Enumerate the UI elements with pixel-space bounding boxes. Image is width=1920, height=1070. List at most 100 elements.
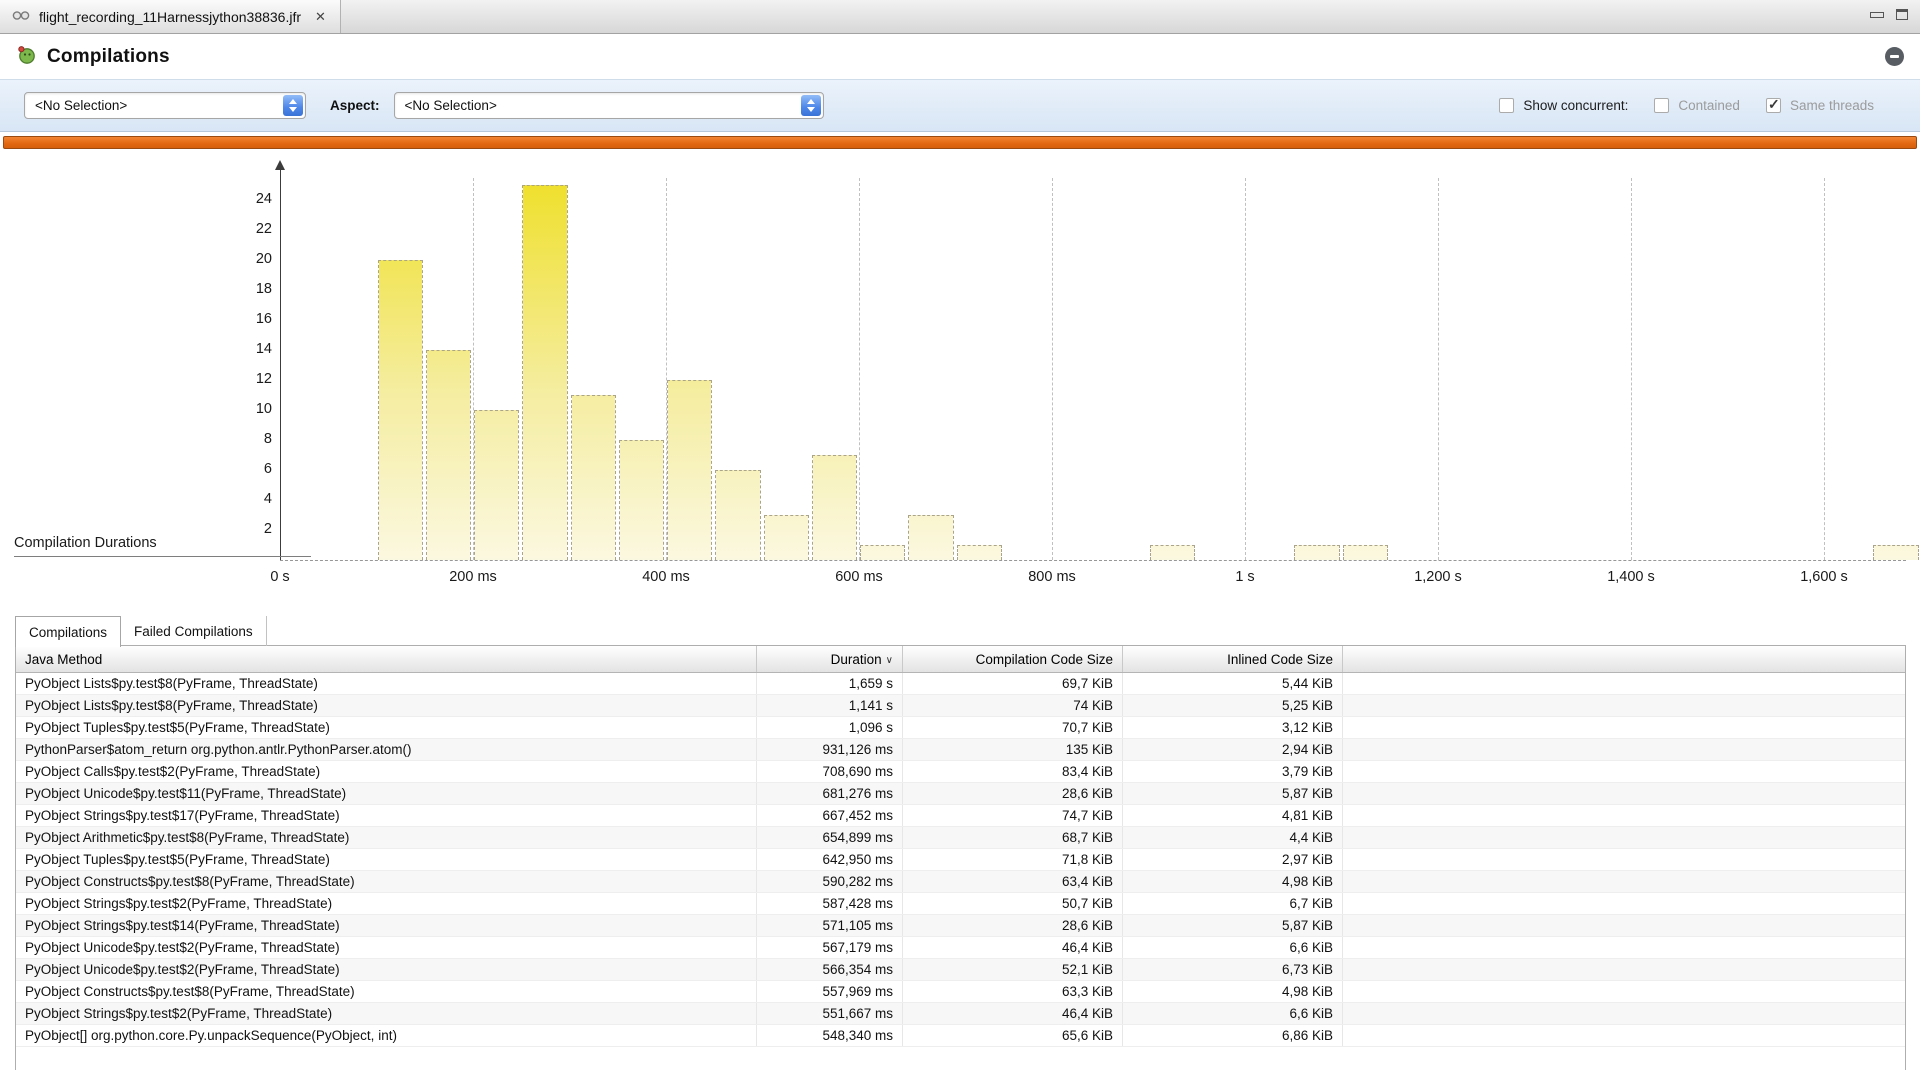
histogram-bar[interactable] bbox=[522, 185, 567, 560]
histogram-bar[interactable] bbox=[908, 515, 953, 560]
x-axis-tick-label: 400 ms bbox=[642, 569, 690, 585]
row-filler bbox=[1343, 849, 1905, 870]
range-selector-dropdown[interactable]: <No Selection> bbox=[24, 92, 306, 119]
table-row[interactable]: PyObject Strings$py.test$14(PyFrame, Thr… bbox=[16, 915, 1905, 937]
toolbar: <No Selection> Aspect: <No Selection> Sh… bbox=[0, 79, 1920, 132]
table-row[interactable]: PythonParser$atom_return org.python.antl… bbox=[16, 739, 1905, 761]
table-row[interactable]: PyObject Lists$py.test$8(PyFrame, Thread… bbox=[16, 673, 1905, 695]
table-row[interactable]: PyObject[] org.python.core.Py.unpackSequ… bbox=[16, 1025, 1905, 1047]
same-threads-checkbox[interactable] bbox=[1766, 98, 1781, 113]
aspect-dropdown[interactable]: <No Selection> bbox=[394, 92, 824, 119]
inlined-code-size-cell: 3,12 KiB bbox=[1123, 717, 1343, 738]
y-axis bbox=[280, 170, 281, 560]
show-concurrent-checkbox[interactable] bbox=[1499, 98, 1514, 113]
histogram-bar[interactable] bbox=[1343, 545, 1388, 560]
histogram-bar[interactable] bbox=[1294, 545, 1339, 560]
maximize-icon[interactable] bbox=[1896, 9, 1908, 20]
inlined-code-size-cell: 3,79 KiB bbox=[1123, 761, 1343, 782]
histogram-bar[interactable] bbox=[667, 380, 712, 560]
table-row[interactable]: PyObject Arithmetic$py.test$8(PyFrame, T… bbox=[16, 827, 1905, 849]
duration-cell: 548,340 ms bbox=[757, 1025, 903, 1046]
duration-cell: 654,899 ms bbox=[757, 827, 903, 848]
compilation-code-size-cell: 63,3 KiB bbox=[903, 981, 1123, 1002]
java-method-cell: PyObject[] org.python.core.Py.unpackSequ… bbox=[16, 1025, 757, 1046]
jfr-file-icon bbox=[12, 9, 31, 25]
row-filler bbox=[1343, 981, 1905, 1002]
x-axis-tick-label: 0 s bbox=[270, 569, 289, 585]
time-range-selector-bar[interactable] bbox=[3, 136, 1917, 149]
table-row[interactable]: PyObject Tuples$py.test$5(PyFrame, Threa… bbox=[16, 849, 1905, 871]
compilation-code-size-cell: 63,4 KiB bbox=[903, 871, 1123, 892]
table-row[interactable]: PyObject Strings$py.test$2(PyFrame, Thre… bbox=[16, 893, 1905, 915]
compilation-code-size-cell: 28,6 KiB bbox=[903, 783, 1123, 804]
table-row[interactable]: PyObject Unicode$py.test$2(PyFrame, Thre… bbox=[16, 959, 1905, 981]
histogram-bar[interactable] bbox=[860, 545, 905, 560]
duration-cell: 567,179 ms bbox=[757, 937, 903, 958]
y-axis-tick-label: 14 bbox=[236, 341, 272, 357]
table-row[interactable]: PyObject Constructs$py.test$8(PyFrame, T… bbox=[16, 981, 1905, 1003]
java-method-cell: PyObject Unicode$py.test$11(PyFrame, Thr… bbox=[16, 783, 757, 804]
tab-failed-compilations[interactable]: Failed Compilations bbox=[121, 616, 267, 646]
histogram-bar[interactable] bbox=[474, 410, 519, 560]
column-header-compilation-code-size[interactable]: Compilation Code Size bbox=[903, 646, 1123, 672]
tab-compilations[interactable]: Compilations bbox=[15, 616, 121, 647]
histogram-bar[interactable] bbox=[426, 350, 471, 560]
column-header-filler bbox=[1343, 646, 1905, 672]
y-axis-arrow-icon bbox=[275, 160, 285, 170]
table-row[interactable]: PyObject Strings$py.test$2(PyFrame, Thre… bbox=[16, 1003, 1905, 1025]
row-filler bbox=[1343, 805, 1905, 826]
java-method-cell: PyObject Calls$py.test$2(PyFrame, Thread… bbox=[16, 761, 757, 782]
histogram-bar[interactable] bbox=[571, 395, 616, 560]
table-row[interactable]: PyObject Constructs$py.test$8(PyFrame, T… bbox=[16, 871, 1905, 893]
page-title: Compilations bbox=[47, 46, 170, 68]
y-axis-tick-label: 22 bbox=[236, 221, 272, 237]
java-method-cell: PyObject Tuples$py.test$5(PyFrame, Threa… bbox=[16, 849, 757, 870]
row-filler bbox=[1343, 761, 1905, 782]
java-method-cell: PyObject Constructs$py.test$8(PyFrame, T… bbox=[16, 871, 757, 892]
histogram-bar[interactable] bbox=[764, 515, 809, 560]
java-method-cell: PyObject Constructs$py.test$8(PyFrame, T… bbox=[16, 981, 757, 1002]
x-axis-tick-label: 200 ms bbox=[449, 569, 497, 585]
jmc-window: flight_recording_11Harnessjython38836.jf… bbox=[0, 0, 1920, 1070]
y-axis-tick-label: 4 bbox=[236, 491, 272, 507]
histogram-bar[interactable] bbox=[812, 455, 857, 560]
compilations-table: Java Method Duration ∨ Compilation Code … bbox=[15, 645, 1906, 1070]
row-filler bbox=[1343, 739, 1905, 760]
column-header-inlined-code-size[interactable]: Inlined Code Size bbox=[1123, 646, 1343, 672]
x-axis-tick-label: 600 ms bbox=[835, 569, 883, 585]
show-concurrent-label: Show concurrent: bbox=[1523, 98, 1628, 113]
inlined-code-size-cell: 5,25 KiB bbox=[1123, 695, 1343, 716]
column-header-duration[interactable]: Duration ∨ bbox=[757, 646, 903, 672]
histogram-bar[interactable] bbox=[378, 260, 423, 560]
range-selector-value: <No Selection> bbox=[35, 98, 127, 113]
y-axis-tick-label: 12 bbox=[236, 371, 272, 387]
table-row[interactable]: PyObject Unicode$py.test$11(PyFrame, Thr… bbox=[16, 783, 1905, 805]
duration-chart: Compilation Durations 246810121416182022… bbox=[0, 152, 1920, 612]
contained-checkbox[interactable] bbox=[1654, 98, 1669, 113]
row-filler bbox=[1343, 1003, 1905, 1024]
table-row[interactable]: PyObject Lists$py.test$8(PyFrame, Thread… bbox=[16, 695, 1905, 717]
histogram-bar[interactable] bbox=[1873, 545, 1918, 560]
table-row[interactable]: PyObject Strings$py.test$17(PyFrame, Thr… bbox=[16, 805, 1905, 827]
compilation-code-size-cell: 68,7 KiB bbox=[903, 827, 1123, 848]
editor-tab[interactable]: flight_recording_11Harnessjython38836.jf… bbox=[0, 0, 341, 33]
column-header-java-method[interactable]: Java Method bbox=[16, 646, 757, 672]
close-tab-icon[interactable]: ✕ bbox=[315, 9, 326, 25]
view-header: Compilations bbox=[0, 35, 1920, 79]
row-filler bbox=[1343, 871, 1905, 892]
table-row[interactable]: PyObject Calls$py.test$2(PyFrame, Thread… bbox=[16, 761, 1905, 783]
duration-cell: 1,659 s bbox=[757, 673, 903, 694]
table-row[interactable]: PyObject Tuples$py.test$5(PyFrame, Threa… bbox=[16, 717, 1905, 739]
histogram-bar[interactable] bbox=[715, 470, 760, 560]
inlined-code-size-cell: 4,98 KiB bbox=[1123, 871, 1343, 892]
y-axis-tick-label: 8 bbox=[236, 431, 272, 447]
collapse-button[interactable] bbox=[1885, 47, 1904, 66]
duration-cell: 571,105 ms bbox=[757, 915, 903, 936]
histogram-bar[interactable] bbox=[619, 440, 664, 560]
histogram-bar[interactable] bbox=[957, 545, 1002, 560]
minimize-icon[interactable] bbox=[1870, 12, 1884, 18]
table-row[interactable]: PyObject Unicode$py.test$2(PyFrame, Thre… bbox=[16, 937, 1905, 959]
chart-title: Compilation Durations bbox=[14, 535, 311, 557]
histogram-bar[interactable] bbox=[1150, 545, 1195, 560]
duration-cell: 557,969 ms bbox=[757, 981, 903, 1002]
